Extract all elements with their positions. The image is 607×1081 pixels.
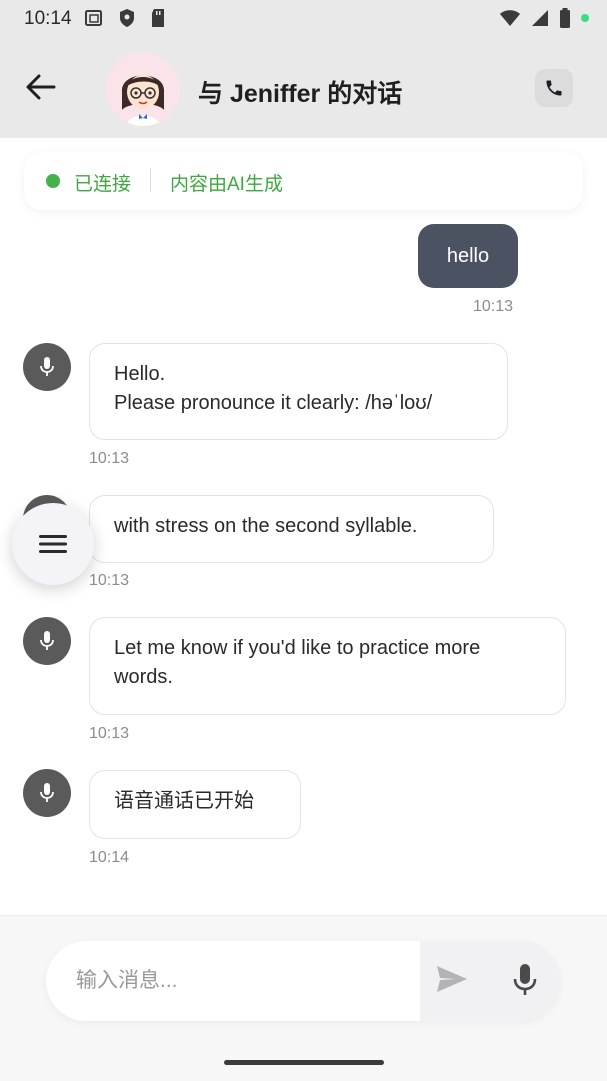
avatar — [106, 52, 180, 126]
cartoon-girl-avatar — [106, 52, 180, 126]
bot-message-bubble: with stress on the second syllable. — [89, 495, 494, 563]
message-line: Let me know if you'd like to practice mo… — [114, 637, 481, 659]
message-line: words. — [114, 666, 173, 688]
phone-icon — [546, 80, 562, 96]
call-button[interactable] — [535, 69, 573, 107]
send-button[interactable] — [436, 965, 472, 997]
message-time: 10:13 — [89, 572, 130, 589]
connected-label: 已连接 — [74, 174, 132, 195]
message-time: 10:13 — [89, 725, 130, 742]
status-bar: 10:14 — [0, 0, 607, 36]
message-time: 10:13 — [473, 298, 514, 315]
message-line: Please pronounce it clearly: /həˈloʊ/ — [114, 392, 433, 414]
status-time: 10:14 — [24, 8, 72, 29]
bot-voice-avatar[interactable] — [23, 769, 71, 817]
message-line: Hello. — [114, 363, 166, 385]
sd-card-icon — [152, 9, 164, 27]
banner-divider — [150, 168, 151, 192]
menu-button[interactable] — [12, 503, 94, 585]
bot-message-bubble: 语音通话已开始 — [89, 770, 301, 839]
mic-icon — [40, 631, 54, 650]
bot-voice-avatar[interactable] — [23, 343, 71, 391]
home-indicator[interactable] — [224, 1060, 384, 1065]
signal-icon — [532, 10, 548, 26]
mic-icon — [40, 783, 54, 802]
wifi-icon — [500, 10, 520, 26]
menu-icon — [39, 535, 67, 553]
shield-icon — [120, 9, 134, 27]
message-input[interactable] — [46, 941, 420, 1021]
user-message-bubble: hello — [418, 224, 518, 288]
mic-icon — [40, 357, 54, 376]
message-time: 10:14 — [89, 849, 130, 866]
bot-message-bubble: Hello. Please pronounce it clearly: /həˈ… — [89, 343, 508, 440]
composer — [46, 941, 560, 1021]
back-button[interactable] — [24, 72, 58, 102]
privacy-indicator — [581, 14, 589, 22]
message-line: 语音通话已开始 — [114, 790, 254, 812]
bot-voice-avatar[interactable] — [23, 617, 71, 665]
battery-icon — [560, 8, 570, 28]
mic-icon — [513, 964, 537, 995]
connection-banner: 已连接 内容由AI生成 — [24, 152, 583, 210]
bot-message-bubble: Let me know if you'd like to practice mo… — [89, 617, 566, 715]
arrow-left-icon — [26, 74, 56, 100]
voice-input-button[interactable] — [512, 963, 540, 999]
message-line: with stress on the second syllable. — [114, 515, 418, 537]
page-title: 与 Jeniffer 的对话 — [198, 80, 403, 108]
ai-generated-note: 内容由AI生成 — [170, 174, 283, 195]
app-bar: 与 Jeniffer 的对话 — [0, 36, 607, 138]
message-time: 10:13 — [89, 450, 130, 467]
send-icon — [437, 966, 467, 992]
screenshot-icon — [85, 10, 102, 26]
connected-status-dot — [46, 174, 60, 188]
